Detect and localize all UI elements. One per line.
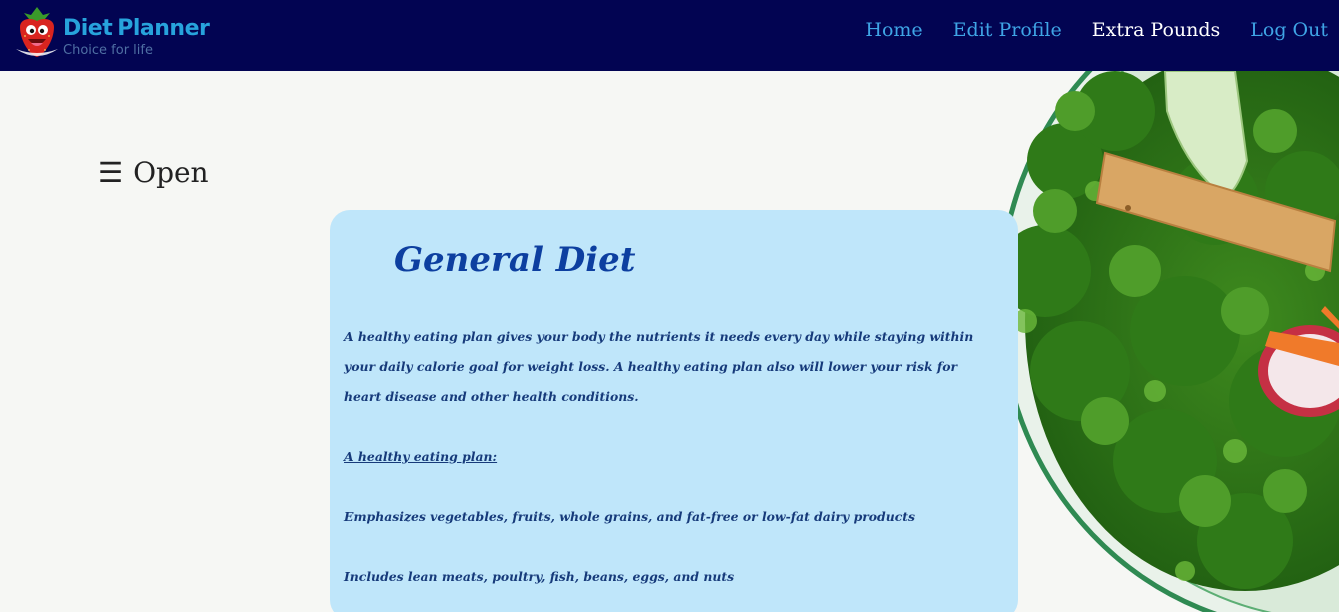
card-body: A healthy eating plan gives your body th… (344, 322, 994, 592)
page-title: General Diet (394, 240, 636, 280)
open-menu-label: Open (133, 156, 209, 189)
nav-edit-profile-link[interactable]: Edit Profile (953, 19, 1062, 41)
nav-log-out-link[interactable]: Log Out (1250, 19, 1328, 41)
plan-point-proteins: Includes lean meats, poultry, fish, bean… (344, 569, 735, 584)
nav-extra-pounds-link[interactable]: Extra Pounds (1092, 19, 1221, 41)
open-menu-button[interactable]: ☰ Open (98, 156, 209, 189)
plan-heading: A healthy eating plan: (344, 449, 498, 464)
hamburger-icon: ☰ (98, 156, 124, 189)
salad-bowl-image (997, 71, 1339, 612)
intro-paragraph: A healthy eating plan gives your body th… (344, 329, 974, 404)
brand-name-first: Diet (63, 16, 113, 41)
strawberry-icon (16, 7, 58, 57)
nav-home-link[interactable]: Home (865, 19, 922, 41)
top-navbar: Diet Planner Choice for life Home Edit Pr… (0, 0, 1339, 71)
diet-info-card: General Diet A healthy eating plan gives… (330, 210, 1018, 612)
main-nav: Home Edit Profile Extra Pounds Log Out (865, 19, 1328, 41)
brand-tagline: Choice for life (63, 43, 153, 58)
brand-name: Diet Planner (63, 16, 210, 41)
plan-point-vegetables: Emphasizes vegetables, fruits, whole gra… (344, 509, 915, 524)
brand-logo[interactable]: Diet Planner Choice for life (14, 3, 224, 63)
brand-name-second: Planner (117, 16, 210, 41)
